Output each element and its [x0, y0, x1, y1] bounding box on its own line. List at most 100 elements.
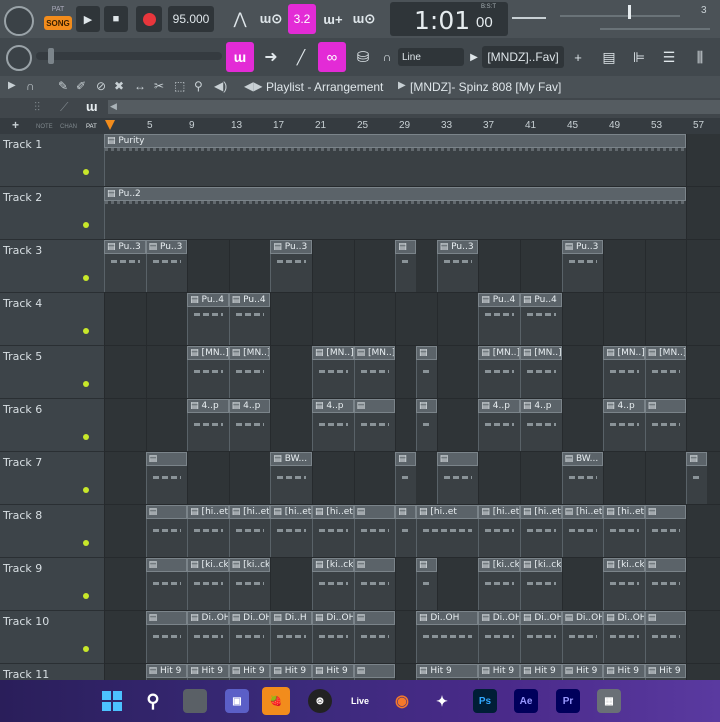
pattern-clip[interactable]: ▤ Hit 9 — [312, 664, 354, 678]
slice-tool-icon[interactable]: ✂ — [154, 79, 164, 93]
pattern-clip[interactable]: ▤ — [145, 505, 188, 519]
pattern-clip[interactable]: ▤ — [145, 611, 188, 625]
pattern-clip[interactable]: ▤ [hi..et — [603, 505, 645, 519]
pattern-clip[interactable]: ▤ Pu..4 — [478, 293, 520, 307]
pattern-clip[interactable]: ▤ Di..OH — [520, 611, 562, 625]
window-arrows-icon[interactable]: ◀▶ — [244, 79, 262, 93]
blender-icon[interactable]: ◉ — [390, 689, 414, 713]
pattern-clip[interactable]: ▤ Di..OH — [312, 611, 354, 625]
magnet-icon[interactable]: ∩ — [380, 48, 394, 66]
knob-icon[interactable] — [6, 45, 32, 71]
pattern-clip[interactable]: ▤ [hi..et — [520, 505, 562, 519]
pattern-clip[interactable]: ▤ — [395, 452, 416, 466]
pattern-clip[interactable]: ▤ Di..H — [270, 611, 312, 625]
track-mute-led[interactable] — [83, 381, 89, 387]
pattern-clip[interactable]: ▤ [MN..] — [187, 346, 229, 360]
file-explorer-icon[interactable] — [183, 689, 207, 713]
pattern-clip[interactable]: ▤ [hi..et — [270, 505, 312, 519]
track-header[interactable]: Track 1 — [0, 134, 104, 187]
pattern-clip[interactable]: ▤ Di..OH — [478, 611, 520, 625]
pattern-clip[interactable]: ▤ — [353, 558, 396, 572]
pattern-clip[interactable]: ▤ Hit 9 — [561, 664, 604, 678]
add-track-icon[interactable]: + — [12, 118, 19, 132]
obs-icon[interactable]: ⊛ — [308, 689, 332, 713]
pattern-clip[interactable]: ▤ 4..p — [312, 399, 354, 413]
premiere-icon[interactable]: Pr — [556, 689, 580, 713]
filter-label-chan[interactable]: CHAN — [60, 124, 77, 130]
pattern-clip[interactable]: ▤ [hi..et — [187, 505, 229, 519]
calculator-icon[interactable]: ▦ — [597, 689, 621, 713]
pattern-clip[interactable]: ▤ — [416, 346, 437, 360]
pattern-clip[interactable]: ▤ — [353, 611, 396, 625]
track-lane[interactable]: ▤ ▤ [ki..ck ▤ [ki..ck ▤ [ki..ck ▤ ▤ ▤ [ki..… — [104, 558, 720, 611]
track-header[interactable]: Track 5 — [0, 346, 104, 399]
pattern-clip[interactable]: ▤ — [644, 611, 687, 625]
pattern-clip[interactable]: ▤ Pu..2 — [104, 187, 687, 201]
pattern-clip[interactable]: ▤ [ki..ck — [228, 558, 271, 572]
pattern-clip[interactable]: ▤ Di..OH — [228, 611, 271, 625]
pattern-clip[interactable]: ▤ Pu..4 — [520, 293, 562, 307]
filter-label-note[interactable]: NOTE — [36, 124, 53, 130]
stop-button[interactable]: ■ — [104, 6, 128, 32]
track-header[interactable]: Track 6 — [0, 399, 104, 452]
typing-keyboard-icon[interactable]: ɯ+ — [320, 4, 346, 34]
pattern-clip[interactable]: ▤ 4..p — [187, 399, 229, 413]
app-9-icon[interactable]: ✦ — [430, 689, 454, 713]
pattern-clip[interactable]: ▤ Di..OH — [603, 611, 645, 625]
zoom-tool-icon[interactable]: ⚲ — [194, 79, 203, 93]
step-edit-icon[interactable]: 3.2 — [288, 4, 316, 34]
track-lane[interactable]: ▤ [MN..] ▤ [MN..] ▤ [MN..] ▤ [MN..] ▤ ▤ [MN.… — [104, 346, 720, 399]
windows-start-icon[interactable] — [100, 689, 124, 713]
pattern-clip[interactable]: ▤ Hit 9 — [145, 664, 188, 678]
plugin-picker-icon[interactable]: ⫼ — [686, 42, 714, 72]
teams-icon[interactable]: ▣ — [225, 689, 249, 713]
pattern-clip[interactable]: ▤ [ki..ck — [187, 558, 229, 572]
track-lane[interactable]: ▤ Pu..3 ▤ Pu..3 ▤ Pu..3 ▤ ▤ Pu..3 ▤ Pu..3 — [104, 240, 720, 293]
pattern-clip[interactable]: ▤ 4..p — [603, 399, 645, 413]
pattern-clip[interactable]: ▤ — [416, 558, 437, 572]
track-lane[interactable]: ▤ Pu..4 ▤ Pu..4 ▤ Pu..4 ▤ Pu..4 — [104, 293, 720, 346]
pattern-clip[interactable]: ▤ Pu..4 — [228, 293, 271, 307]
pattern-clip[interactable]: ▤ [MN..] — [478, 346, 520, 360]
track-lane[interactable]: ▤ Purity — [104, 134, 720, 187]
live-icon[interactable]: Live — [348, 689, 372, 713]
pattern-clip[interactable]: ▤ Hit 9 — [416, 664, 479, 678]
pattern-clip[interactable]: ▤ Di..OH — [416, 611, 479, 625]
track-header[interactable]: Track 4 — [0, 293, 104, 346]
track-header[interactable]: Track 8 — [0, 505, 104, 558]
master-pitch-slider[interactable] — [600, 28, 710, 30]
track-mute-led[interactable] — [83, 540, 89, 546]
brush-tool-icon[interactable]: ╱ — [288, 42, 314, 72]
pattern-clip[interactable]: ▤ — [145, 558, 188, 572]
pattern-clip[interactable]: ▤ BW... — [270, 452, 312, 466]
pattern-clip[interactable]: ▤ [ki..ck — [478, 558, 520, 572]
pattern-clip[interactable]: ▤ — [686, 452, 708, 466]
track-mute-led[interactable] — [83, 646, 89, 652]
pattern-breadcrumb[interactable]: [MNDZ]- Spinz 808 [My Fav] — [410, 80, 561, 94]
pattern-clip[interactable]: ▤ — [644, 399, 687, 413]
track-mute-led[interactable] — [83, 222, 89, 228]
pattern-clip[interactable]: ▤ Pu..3 — [104, 240, 146, 254]
pattern-clip[interactable]: ▤ 4..p — [520, 399, 562, 413]
pattern-clip[interactable]: ▤ Hit 9 — [187, 664, 229, 678]
track-mute-led[interactable] — [83, 487, 89, 493]
pattern-clip[interactable]: ▤ — [353, 399, 396, 413]
pattern-clip[interactable]: ▤ [ki..ck — [312, 558, 354, 572]
pencil-icon[interactable]: ✎ — [58, 79, 68, 93]
pattern-clip[interactable]: ▤ — [395, 240, 416, 254]
link-icon[interactable]: ∞ — [318, 42, 346, 72]
main-menu-icon[interactable] — [4, 6, 34, 36]
pattern-clip[interactable]: ▤ 4..p — [228, 399, 271, 413]
track-header[interactable]: Track 3 — [0, 240, 104, 293]
track-header[interactable]: Track 7 — [0, 452, 104, 505]
delete-tool-icon[interactable]: ✖ — [114, 79, 124, 93]
pattern-clip[interactable]: ▤ Purity — [104, 134, 687, 148]
search-icon[interactable]: ⚲ — [141, 689, 165, 713]
preset-arrow-icon[interactable]: ▶ — [468, 48, 480, 66]
pattern-clip[interactable]: ▤ — [416, 399, 437, 413]
pattern-clip[interactable]: ▤ — [353, 505, 396, 519]
track-lane[interactable]: ▤ ▤ Di..OH ▤ Di..OH ▤ Di..H ▤ Di..OH ▤ ▤ Di.… — [104, 611, 720, 664]
pat-toggle[interactable]: PAT — [44, 4, 72, 15]
playlist-view-icon[interactable]: ▤ — [596, 42, 622, 72]
track-mute-led[interactable] — [83, 169, 89, 175]
